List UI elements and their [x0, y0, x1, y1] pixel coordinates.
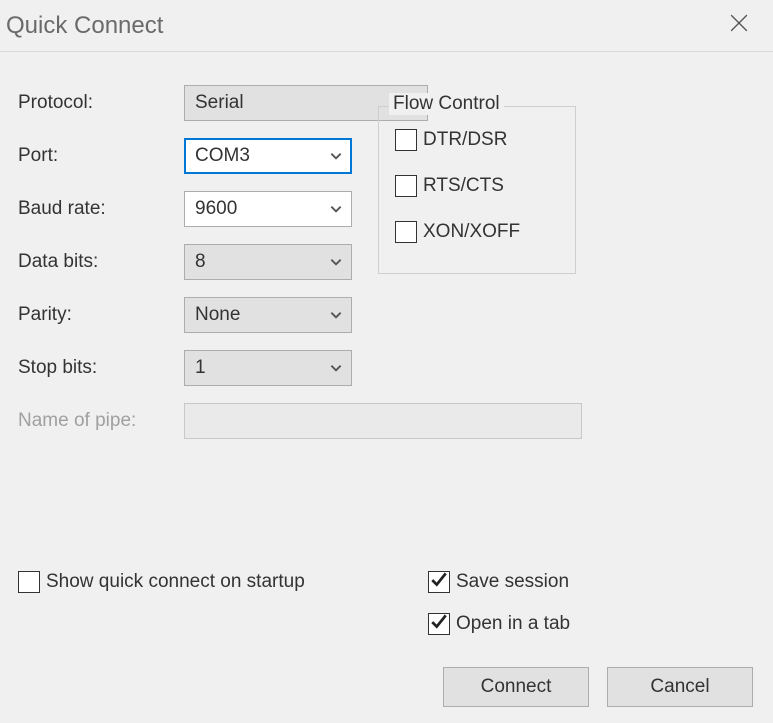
flow-control-legend: Flow Control [389, 93, 504, 115]
connect-button[interactable]: Connect [443, 667, 589, 707]
startup-checkbox[interactable] [18, 571, 40, 593]
databits-value: 8 [195, 251, 206, 273]
cancel-button[interactable]: Cancel [607, 667, 753, 707]
parity-combo[interactable]: None [184, 297, 352, 333]
chevron-down-icon [329, 361, 343, 375]
open-tab-checkbox[interactable] [428, 613, 450, 635]
pipe-label: Name of pipe: [18, 410, 184, 432]
rts-cts-checkbox[interactable] [395, 175, 417, 197]
flow-control-group: Flow Control DTR/DSR RTS/CTS XON/XOFF [378, 106, 576, 274]
baud-label: Baud rate: [18, 198, 184, 220]
startup-label: Show quick connect on startup [46, 571, 305, 593]
port-label: Port: [18, 145, 184, 167]
save-session-label: Save session [456, 571, 569, 593]
xon-xoff-label: XON/XOFF [423, 221, 520, 243]
close-icon [730, 14, 748, 38]
titlebar: Quick Connect [0, 0, 773, 52]
pipe-input [184, 403, 582, 439]
protocol-value: Serial [195, 92, 244, 114]
chevron-down-icon [329, 255, 343, 269]
port-combo[interactable]: COM3 [184, 138, 352, 174]
dtr-dsr-checkbox[interactable] [395, 129, 417, 151]
protocol-label: Protocol: [18, 92, 184, 114]
save-session-checkbox[interactable] [428, 571, 450, 593]
close-button[interactable] [713, 6, 765, 46]
check-icon [430, 612, 448, 636]
quick-connect-dialog: Quick Connect Protocol: Serial Port: COM… [0, 0, 773, 723]
xon-xoff-checkbox[interactable] [395, 221, 417, 243]
stopbits-combo[interactable]: 1 [184, 350, 352, 386]
port-value: COM3 [195, 145, 250, 167]
dtr-dsr-label: DTR/DSR [423, 129, 507, 151]
connect-button-label: Connect [481, 676, 552, 698]
databits-label: Data bits: [18, 251, 184, 273]
stopbits-value: 1 [195, 357, 206, 379]
chevron-down-icon [329, 149, 343, 163]
parity-value: None [195, 304, 240, 326]
chevron-down-icon [329, 308, 343, 322]
databits-combo[interactable]: 8 [184, 244, 352, 280]
window-title: Quick Connect [6, 12, 713, 40]
parity-label: Parity: [18, 304, 184, 326]
baud-value: 9600 [195, 198, 237, 220]
open-tab-label: Open in a tab [456, 613, 570, 635]
stopbits-label: Stop bits: [18, 357, 184, 379]
baud-combo[interactable]: 9600 [184, 191, 352, 227]
rts-cts-label: RTS/CTS [423, 175, 504, 197]
cancel-button-label: Cancel [650, 676, 709, 698]
chevron-down-icon [329, 202, 343, 216]
check-icon [430, 570, 448, 594]
